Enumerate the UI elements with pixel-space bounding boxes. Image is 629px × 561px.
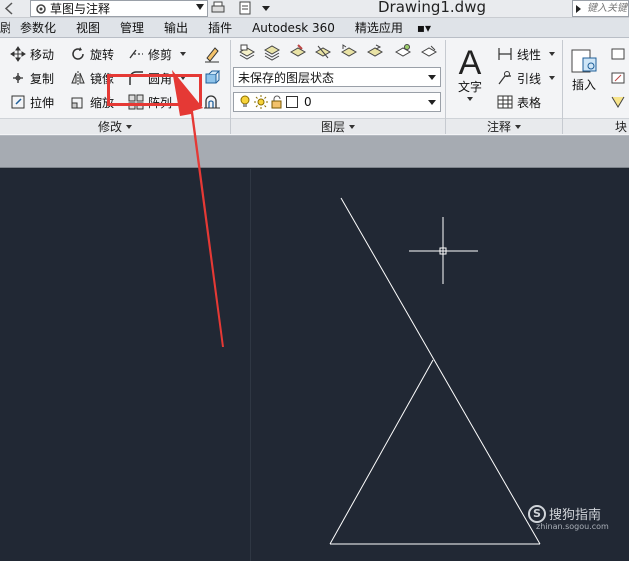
watermark-brand: 搜狗指南	[549, 508, 602, 523]
sogou-logo-icon: S	[528, 504, 546, 523]
watermark-url: zhinan.sogou.com	[536, 522, 609, 531]
red-arrow-icon	[172, 70, 224, 347]
watermark: S 搜狗指南 zhinan.sogou.com	[528, 504, 609, 531]
